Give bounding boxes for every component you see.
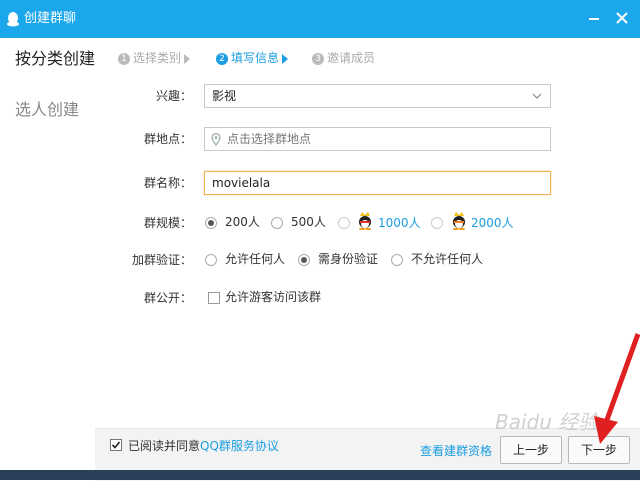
group-size-label: 群规模：	[143, 216, 192, 230]
location-field[interactable]: 点击选择群地点	[204, 127, 551, 151]
size-200-label: 200人	[225, 215, 260, 229]
prev-step-button[interactable]: 上一步	[500, 436, 562, 464]
nav-item-by-people[interactable]: 选人创建	[15, 100, 79, 120]
size-2000-radio[interactable]	[431, 217, 443, 229]
minimize-icon[interactable]	[584, 8, 604, 28]
agree-text: 已阅读并同意QQ群服务协议	[128, 439, 279, 453]
interest-value: 影视	[212, 89, 237, 103]
verify-anyone-label: 允许任何人	[225, 252, 286, 266]
interest-label: 兴趣：	[155, 89, 192, 103]
size-1000-radio[interactable]	[338, 217, 350, 229]
view-eligibility-link[interactable]: 查看建群资格	[420, 444, 492, 458]
interest-select[interactable]: 影视	[204, 84, 551, 108]
step-label: 选择类别	[133, 51, 182, 65]
verify-nobody-label: 不允许任何人	[411, 252, 484, 266]
step-invite-members: 3 邀请成员	[312, 50, 375, 66]
location-pin-icon	[211, 133, 221, 146]
size-200-radio[interactable]	[205, 217, 217, 229]
svip-penguin-icon	[359, 212, 371, 230]
svip-penguin-icon	[453, 212, 465, 230]
allow-guest-checkbox[interactable]	[208, 292, 220, 304]
location-placeholder: 点击选择群地点	[227, 132, 312, 146]
step-label: 邀请成员	[327, 51, 376, 65]
verify-anyone-radio[interactable]	[205, 254, 217, 266]
agree-checkbox[interactable]	[110, 439, 122, 451]
qq-penguin-icon	[7, 12, 19, 27]
allow-guest-label: 允许游客访问该群	[225, 290, 322, 304]
taskbar	[0, 470, 640, 480]
verify-label: 加群验证：	[131, 253, 192, 267]
step-number: 3	[312, 52, 324, 65]
step-arrow-icon	[282, 53, 289, 64]
location-label: 群地点：	[143, 132, 192, 146]
verify-identity-label: 需身份验证	[318, 252, 379, 266]
left-nav: 按分类创建 选人创建	[0, 38, 108, 480]
chevron-down-icon	[532, 93, 542, 99]
agree-prefix: 已阅读并同意	[128, 439, 201, 453]
step-arrow-icon	[184, 53, 191, 64]
verify-identity-radio[interactable]	[298, 254, 310, 266]
annotation-arrow-icon	[594, 333, 640, 444]
title-bar: 创建群聊	[0, 0, 640, 38]
size-500-label: 500人	[291, 215, 326, 229]
size-1000-label: 1000人	[378, 216, 421, 230]
group-name-input[interactable]: movielala	[204, 171, 551, 195]
nav-item-by-category[interactable]: 按分类创建	[15, 49, 95, 69]
step-fill-info: 2 填写信息	[216, 50, 289, 66]
size-500-radio[interactable]	[271, 217, 283, 229]
verify-nobody-radio[interactable]	[391, 254, 403, 266]
step-number: 1	[118, 52, 130, 65]
group-name-label: 群名称：	[143, 176, 192, 190]
step-label: 填写信息	[231, 51, 280, 65]
close-icon[interactable]	[612, 8, 632, 28]
size-2000-label: 2000人	[471, 216, 514, 230]
group-name-value: movielala	[212, 176, 271, 190]
window-title: 创建群聊	[24, 11, 77, 26]
step-number: 2	[216, 52, 228, 65]
qq-group-agreement-link[interactable]: QQ群服务协议	[200, 439, 279, 453]
step-select-category: 1 选择类别	[118, 50, 191, 66]
public-label: 群公开：	[143, 291, 192, 305]
